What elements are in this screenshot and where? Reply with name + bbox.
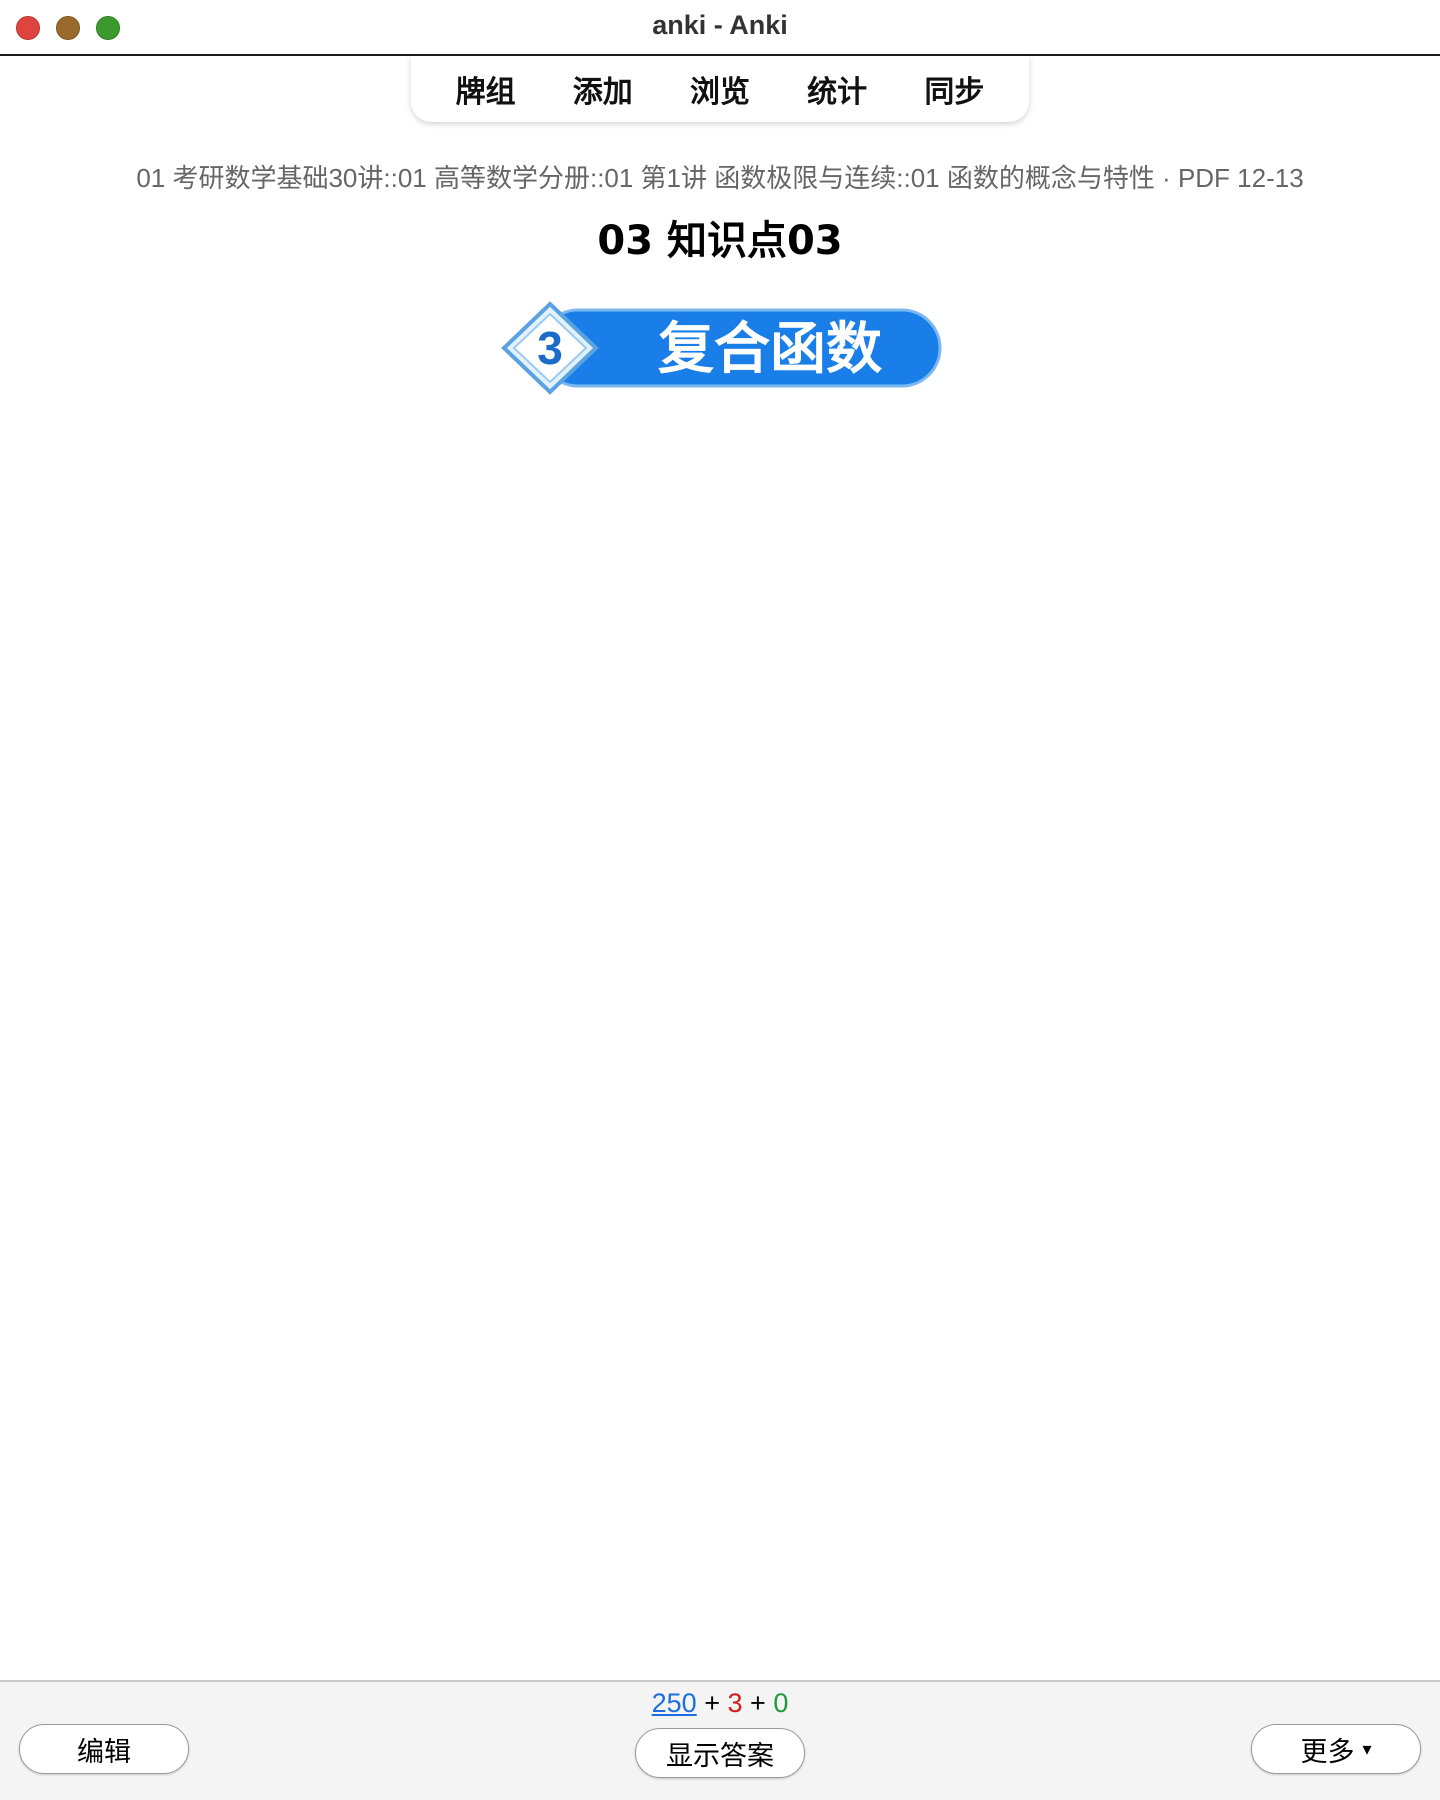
window-title: anki - Anki <box>652 10 788 40</box>
card-title: 03 知识点03 <box>597 218 843 264</box>
more-button-label: 更多 <box>1300 1736 1355 1768</box>
toolbar-sync[interactable]: 同步 <box>912 61 996 117</box>
bottom-bar: 250 + 3 + 0 编辑 显示答案 更多 ▾ <box>0 1680 1440 1800</box>
show-answer-label: 显示答案 <box>666 1740 774 1772</box>
toolbar-stats[interactable]: 统计 <box>795 61 879 117</box>
deck-path: 01 考研数学基础30讲::01 高等数学分册::01 第1讲 函数极限与连续:… <box>136 163 1304 193</box>
toolbar-browse[interactable]: 浏览 <box>678 61 762 117</box>
heading-text: 复合函数 <box>658 317 882 382</box>
review-count: 0 <box>773 1688 789 1718</box>
show-answer-button[interactable]: 显示答案 <box>635 1728 805 1778</box>
edit-button[interactable]: 编辑 <box>19 1724 189 1774</box>
anki-window: anki - Anki 牌组 添加 浏览 统计 同步 01 考研数学基础30讲:… <box>0 0 1440 1800</box>
new-count[interactable]: 250 <box>652 1688 697 1718</box>
toolbar-add[interactable]: 添加 <box>561 61 645 117</box>
due-counts: 250 + 3 + 0 <box>0 1688 1440 1719</box>
badge-number: 3 <box>537 322 563 374</box>
count-separator: + <box>750 1688 766 1718</box>
more-button[interactable]: 更多 ▾ <box>1251 1724 1421 1774</box>
main-toolbar: 牌组 添加 浏览 统计 同步 <box>411 56 1029 122</box>
title-bar: anki - Anki <box>0 0 1440 56</box>
toolbar-decks[interactable]: 牌组 <box>444 61 528 117</box>
learn-count: 3 <box>727 1688 743 1718</box>
card-heading-image: 3 复合函数 <box>501 301 942 395</box>
count-separator: + <box>704 1688 720 1718</box>
caret-down-icon: ▾ <box>1362 1738 1372 1760</box>
edit-button-label: 编辑 <box>77 1736 131 1768</box>
